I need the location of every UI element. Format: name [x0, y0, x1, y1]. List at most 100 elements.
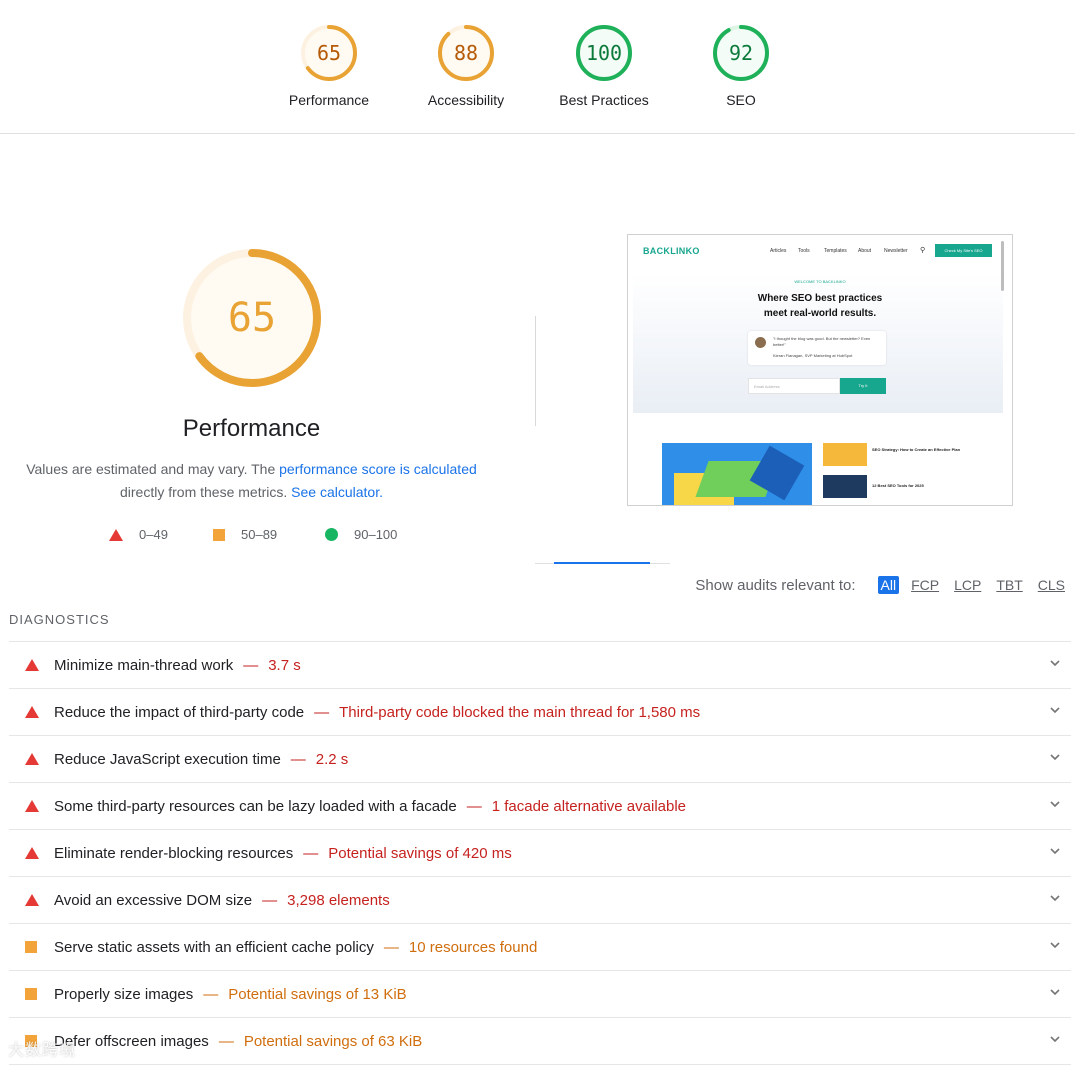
- audit-row[interactable]: Reduce the impact of third-party code — Th…: [9, 688, 1071, 735]
- audit-status: [9, 659, 54, 671]
- fail-triangle-icon: [25, 706, 39, 718]
- gauge-score: 92: [728, 41, 754, 65]
- audit-title: Defer offscreen images: [54, 1032, 209, 1050]
- filter-cls[interactable]: CLS: [1035, 576, 1068, 594]
- filter-tbt[interactable]: TBT: [993, 576, 1025, 594]
- performance-description: Values are estimated and may vary. The p…: [20, 458, 483, 504]
- green-circle-icon: [325, 528, 338, 541]
- thumb-logo: BACKLINKO: [643, 246, 700, 256]
- audit-detail: Third-party code blocked the main thread…: [339, 703, 701, 721]
- legend-range: 90–100: [354, 527, 398, 542]
- thumb-scrollbar: [1001, 241, 1004, 291]
- thumb-headline-1: Where SEO best practices: [757, 293, 883, 304]
- thumb-quote-card: "I thought the blog was good. But the ne…: [748, 331, 886, 365]
- audit-separator: —: [466, 797, 482, 815]
- thumb-kicker: WELCOME TO BACKLINKO: [794, 279, 846, 284]
- chevron-down-icon[interactable]: [1047, 890, 1063, 906]
- chevron-down-icon[interactable]: [1047, 937, 1063, 953]
- filter-lcp[interactable]: LCP: [951, 576, 984, 594]
- thumb-headline: Where SEO best practices meet real-world…: [628, 291, 1012, 321]
- audit-filter: Show audits relevant to: All FCP LCP TBT…: [695, 576, 1068, 594]
- audit-row[interactable]: Some third-party resources can be lazy l…: [9, 782, 1071, 829]
- audit-row[interactable]: Properly size images — Potential savings o…: [9, 970, 1071, 1017]
- performance-score: 65: [227, 295, 277, 341]
- gauge-best-practices[interactable]: 100 Best Practices: [534, 24, 674, 108]
- audit-row[interactable]: Defer offscreen images — Potential savings…: [9, 1017, 1071, 1065]
- red-triangle-icon: [109, 528, 123, 541]
- score-calculated-link[interactable]: performance score is calculated: [279, 461, 477, 477]
- orange-square-icon: [213, 528, 225, 541]
- audit-detail: Potential savings of 420 ms: [328, 844, 512, 862]
- desc-text: Values are estimated and may vary. The: [26, 461, 280, 477]
- gauge-accessibility[interactable]: 88 Accessibility: [396, 24, 536, 108]
- audit-title: Reduce JavaScript execution time: [54, 750, 281, 768]
- audit-separator: —: [383, 938, 399, 956]
- chevron-down-icon[interactable]: [1047, 843, 1063, 859]
- audit-detail: 3,298 elements: [287, 891, 390, 909]
- thumb-article-image: [662, 443, 812, 505]
- thumb-quote-text: "I thought the blog was good. But the ne…: [773, 336, 871, 347]
- fail-triangle-icon: [25, 894, 39, 906]
- legend-range: 0–49: [139, 527, 168, 542]
- legend-range: 50–89: [241, 527, 278, 542]
- filter-label: Show audits relevant to:: [695, 576, 856, 594]
- audit-row[interactable]: Eliminate render-blocking resources — Pote…: [9, 829, 1071, 876]
- audit-separator: —: [203, 985, 219, 1003]
- audit-status: [9, 894, 54, 906]
- performance-title: Performance: [182, 415, 321, 442]
- watermark: 大数跨境: [8, 1042, 77, 1059]
- legend-item-pass: 90–100: [325, 527, 397, 542]
- audit-row[interactable]: Avoid an excessive DOM size — 3,298 elemen…: [9, 876, 1071, 923]
- average-square-icon: [25, 988, 37, 1000]
- audit-title: Some third-party resources can be lazy l…: [54, 797, 457, 815]
- filter-all[interactable]: All: [877, 576, 900, 594]
- chevron-down-icon[interactable]: [1047, 984, 1063, 1000]
- audit-row[interactable]: Minimize main-thread work — 3.7 s: [9, 641, 1071, 688]
- thumb-nav-item: Articles: [770, 248, 787, 254]
- audit-separator: —: [243, 656, 259, 674]
- thumb-article-thumb-1: [823, 443, 867, 466]
- audit-detail: Potential savings of 13 KiB: [228, 985, 407, 1003]
- see-calculator-link[interactable]: See calculator.: [291, 484, 383, 500]
- audit-separator: —: [290, 750, 306, 768]
- audit-row[interactable]: Serve static assets with an efficient ca…: [9, 923, 1071, 970]
- audit-detail: 2.2 s: [315, 750, 349, 768]
- audit-separator: —: [303, 844, 319, 862]
- gauge-performance[interactable]: 65 Performance: [259, 24, 399, 108]
- audit-status: [9, 847, 54, 859]
- legend-item-average: 50–89: [213, 527, 277, 542]
- audit-status: [9, 706, 54, 718]
- score-legend: 0–49 50–89 90–100: [0, 527, 503, 545]
- audit-separator: —: [314, 703, 330, 721]
- page-screenshot-thumbnail[interactable]: BACKLINKO Articles Tools Templates About…: [627, 234, 1013, 506]
- audit-detail: 1 facade alternative available: [491, 797, 687, 815]
- thumb-article-title-2: 12 Best SEO Tools for 2025: [872, 483, 924, 488]
- gauge-score: 100: [585, 41, 623, 65]
- thumb-nav-item: Templates: [824, 248, 847, 254]
- thumb-quote-author: Kieran Flanagan, SVP Marketing at HubSpo…: [773, 353, 853, 358]
- filter-fcp[interactable]: FCP: [908, 576, 942, 594]
- chevron-down-icon[interactable]: [1047, 749, 1063, 765]
- audit-title: Serve static assets with an efficient ca…: [54, 938, 374, 956]
- section-divider: [535, 316, 536, 426]
- chevron-down-icon[interactable]: [1047, 796, 1063, 812]
- fail-triangle-icon: [25, 847, 39, 859]
- gauge-seo[interactable]: 92 SEO: [671, 24, 811, 108]
- audit-detail: 10 resources found: [408, 938, 538, 956]
- thumb-article-title-1: SEO Strategy: How to Create an Effective…: [872, 447, 961, 452]
- gauge-label: Performance: [288, 92, 370, 108]
- thumb-article-thumb-2: [823, 475, 867, 498]
- thumb-cta: Check My Site's SEO: [935, 244, 992, 257]
- audit-title: Eliminate render-blocking resources: [54, 844, 294, 862]
- chevron-down-icon[interactable]: [1047, 1031, 1063, 1047]
- thumb-search-icon: ⚲: [920, 247, 926, 254]
- audit-row[interactable]: Reduce JavaScript execution time — 2.2 s: [9, 735, 1071, 782]
- chevron-down-icon[interactable]: [1047, 702, 1063, 718]
- audit-title: Properly size images: [54, 985, 194, 1003]
- diagnostics-heading: DIAGNOSTICS: [9, 612, 110, 627]
- gauge-label: SEO: [726, 92, 756, 108]
- chevron-down-icon[interactable]: [1047, 655, 1063, 671]
- audit-title: Reduce the impact of third-party code: [54, 703, 305, 721]
- audit-status: [9, 988, 54, 1000]
- audit-detail: 3.7 s: [268, 656, 301, 674]
